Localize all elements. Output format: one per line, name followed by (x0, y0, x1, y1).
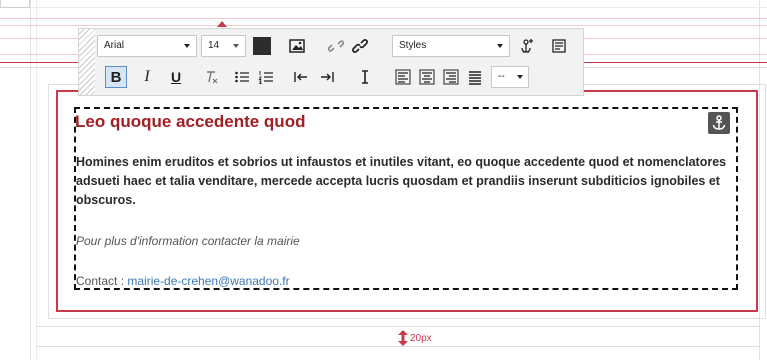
guide-top-1 (0, 7, 767, 8)
editor-toolbar: Arial 14 Styles B I U -- (78, 28, 584, 96)
outdent-icon (294, 72, 307, 82)
clear-format-icon (207, 71, 218, 84)
guide-bottom-2 (36, 346, 759, 347)
image-icon (289, 39, 305, 53)
indent-icon (321, 72, 334, 82)
line-height-button[interactable] (354, 66, 376, 88)
numbered-list-button[interactable] (255, 66, 277, 88)
contact-line: Contact : mairie-de-crehen@wanadoo.fr (76, 274, 290, 288)
bold-button[interactable]: B (105, 66, 127, 88)
spacing-label: 20px (410, 332, 432, 344)
align-right-button[interactable] (440, 66, 462, 88)
link-icon (352, 39, 368, 53)
top-resize-handle-icon[interactable] (216, 18, 228, 28)
source-icon (552, 39, 566, 53)
guide-top-red-1 (0, 18, 767, 19)
unlink-icon (328, 40, 344, 52)
align-right-icon (443, 69, 459, 85)
text-color-button[interactable] (251, 35, 273, 57)
chevron-down-icon (233, 44, 239, 48)
indent-button[interactable] (316, 66, 338, 88)
content-heading: Leo quoque accedente quod (75, 112, 306, 131)
insert-anchor-button[interactable] (516, 35, 538, 57)
underline-button[interactable]: U (165, 66, 187, 88)
chevron-down-icon (184, 44, 190, 48)
guide-bottom-1 (36, 326, 759, 327)
font-size-value: 14 (208, 40, 220, 51)
align-center-icon (419, 69, 435, 85)
content-paragraph: Homines enim eruditos et sobrios ut infa… (76, 155, 727, 207)
resize-vertical-icon (398, 330, 408, 346)
guide-top-red-2 (0, 25, 767, 26)
insert-image-button[interactable] (286, 35, 308, 57)
link-button[interactable] (349, 35, 371, 57)
align-left-button[interactable] (392, 66, 414, 88)
font-family-select[interactable]: Arial (97, 35, 197, 57)
styles-select[interactable]: Styles (392, 35, 510, 57)
font-family-value: Arial (104, 40, 125, 51)
format-select[interactable]: -- (491, 66, 529, 88)
contact-email-link[interactable]: mairie-de-crehen@wanadoo.fr (127, 274, 289, 288)
anchor-button[interactable] (708, 112, 730, 134)
anchor-add-icon (521, 39, 533, 53)
font-size-select[interactable]: 14 (201, 35, 246, 57)
styles-label: Styles (399, 40, 427, 51)
source-code-button[interactable] (548, 35, 570, 57)
text-cursor-icon (362, 70, 368, 84)
color-swatch-icon (253, 37, 271, 55)
bulleted-list-button[interactable] (231, 66, 253, 88)
italic-button[interactable]: I (136, 66, 158, 88)
unlink-button[interactable] (325, 35, 347, 57)
anchor-icon (712, 115, 726, 130)
outdent-button[interactable] (290, 66, 312, 88)
contact-label: Contact : (76, 274, 128, 288)
remove-format-button[interactable] (201, 66, 223, 88)
chevron-down-icon (497, 44, 503, 48)
format-value: -- (498, 71, 505, 82)
bullet-list-icon (235, 71, 249, 83)
align-left-icon (395, 69, 411, 85)
justify-button[interactable] (464, 66, 486, 88)
chevron-down-icon (517, 75, 523, 79)
info-text: Pour plus d'information contacter la mai… (76, 234, 300, 248)
align-center-button[interactable] (416, 66, 438, 88)
numbered-list-icon (258, 71, 273, 84)
toolbar-drag-grip[interactable] (79, 29, 95, 95)
spacing-indicator[interactable]: 20px (398, 330, 432, 346)
corner-box (0, 0, 30, 8)
align-justify-icon (469, 71, 481, 85)
